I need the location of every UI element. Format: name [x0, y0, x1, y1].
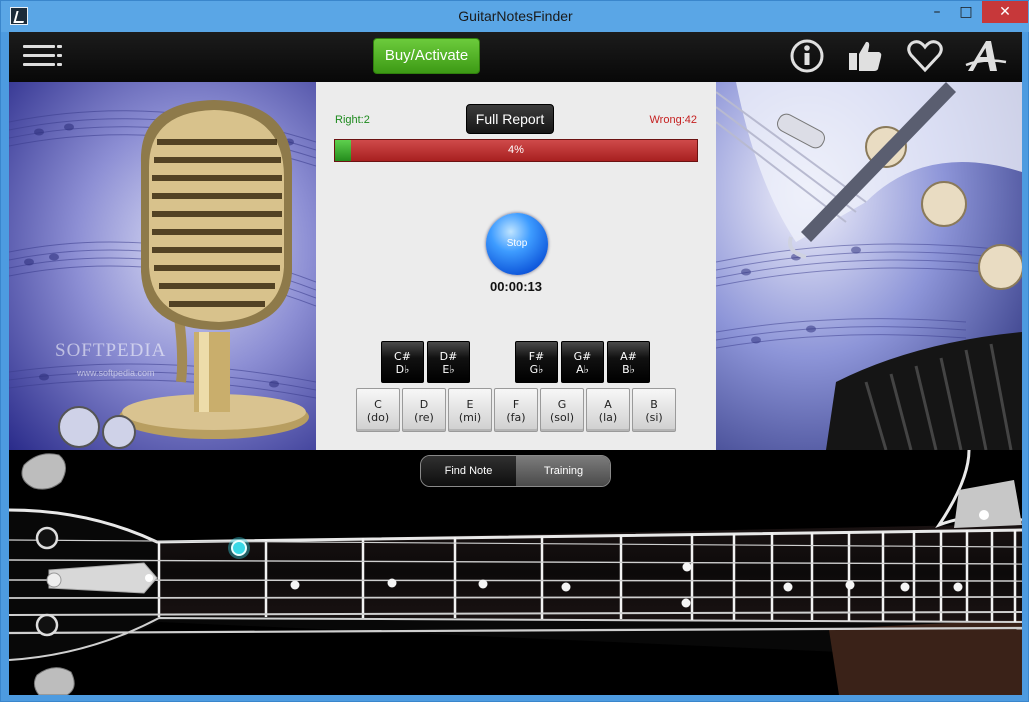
key-g-sharp[interactable]: G# A♭ [561, 341, 604, 383]
key-d[interactable]: D (re) [402, 388, 446, 432]
key-a-note: A [604, 398, 612, 411]
key-c-sharp-top: C# [394, 350, 411, 363]
key-b-note: B [650, 398, 658, 411]
key-d-sharp[interactable]: D# E♭ [427, 341, 470, 383]
find-note-tab[interactable]: Find Note [421, 456, 516, 486]
key-d-note: D [419, 398, 429, 411]
key-g-note: G [557, 398, 567, 411]
key-e-note: E [466, 398, 474, 411]
key-d-solfege: (re) [414, 411, 434, 424]
mode-toggle: Find Note Training [420, 455, 611, 487]
buy-activate-button[interactable]: Buy/Activate [373, 38, 480, 74]
window-title: GuitarNotesFinder [458, 8, 573, 24]
watermark-url: www.softpedia.com [77, 368, 155, 378]
key-f-sharp-top: F# [528, 350, 545, 363]
key-c[interactable]: C (do) [356, 388, 400, 432]
minimize-button[interactable]: – [923, 1, 951, 23]
wrong-count: Wrong:42 [649, 114, 698, 126]
key-f-note: F [512, 398, 520, 411]
key-a-sharp-top: A# [620, 350, 637, 363]
guitar-fretboard[interactable]: Find Note Training [9, 450, 1022, 695]
key-c-sharp-bottom: D♭ [395, 363, 410, 376]
guitar-amp-picture [716, 82, 1022, 450]
key-e-solfege: (mi) [458, 411, 482, 424]
right-count: Right:2 [335, 114, 370, 126]
heart-icon[interactable] [905, 38, 945, 74]
info-icon[interactable] [787, 38, 827, 74]
key-f-solfege: (fa) [506, 411, 526, 424]
elapsed-timer: 00:00:13 [489, 279, 543, 294]
key-e[interactable]: E (mi) [448, 388, 492, 432]
key-f-sharp-bottom: G♭ [529, 363, 544, 376]
font-icon[interactable] [964, 38, 1007, 74]
app-toolbar: Buy/Activate [9, 32, 1022, 82]
key-c-note: C [374, 398, 382, 411]
key-g-sharp-top: G# [573, 350, 592, 363]
key-c-solfege: (do) [366, 411, 390, 424]
key-a[interactable]: A (la) [586, 388, 630, 432]
maximize-button[interactable]: □ [952, 1, 980, 23]
watermark-brand: SOFTPEDIA [55, 340, 167, 361]
close-button[interactable]: ✕ [982, 1, 1028, 23]
key-a-sharp-bottom: B♭ [622, 363, 635, 376]
key-c-sharp[interactable]: C# D♭ [381, 341, 424, 383]
key-b[interactable]: B (si) [632, 388, 676, 432]
menu-icon[interactable] [23, 43, 63, 71]
key-f-sharp[interactable]: F# G♭ [515, 341, 558, 383]
key-g-solfege: (sol) [549, 411, 575, 424]
key-b-solfege: (si) [645, 411, 663, 424]
key-f[interactable]: F (fa) [494, 388, 538, 432]
training-tab[interactable]: Training [516, 456, 610, 486]
key-a-solfege: (la) [598, 411, 618, 424]
key-a-sharp[interactable]: A# B♭ [607, 341, 650, 383]
full-report-button[interactable]: Full Report [466, 104, 554, 134]
thumbs-up-icon[interactable] [845, 38, 885, 74]
key-g-sharp-bottom: A♭ [576, 363, 589, 376]
key-g[interactable]: G (sol) [540, 388, 584, 432]
title-bar: GuitarNotesFinder – □ ✕ [1, 1, 1029, 32]
stop-button[interactable]: Stop [486, 213, 548, 275]
main-content: SOFTPEDIA www.softpedia.com Right:2 Full… [9, 82, 1022, 695]
quiz-panel: Right:2 Full Report Wrong:42 4% Stop 00:… [316, 82, 716, 450]
microphone-picture: SOFTPEDIA www.softpedia.com [9, 82, 316, 450]
app-window: GuitarNotesFinder – □ ✕ Buy/Activate SOF… [0, 0, 1029, 702]
progress-text: 4% [508, 144, 524, 156]
score-progress-bar: 4% [334, 139, 698, 162]
key-d-sharp-top: D# [439, 350, 458, 363]
key-d-sharp-bottom: E♭ [442, 363, 455, 376]
